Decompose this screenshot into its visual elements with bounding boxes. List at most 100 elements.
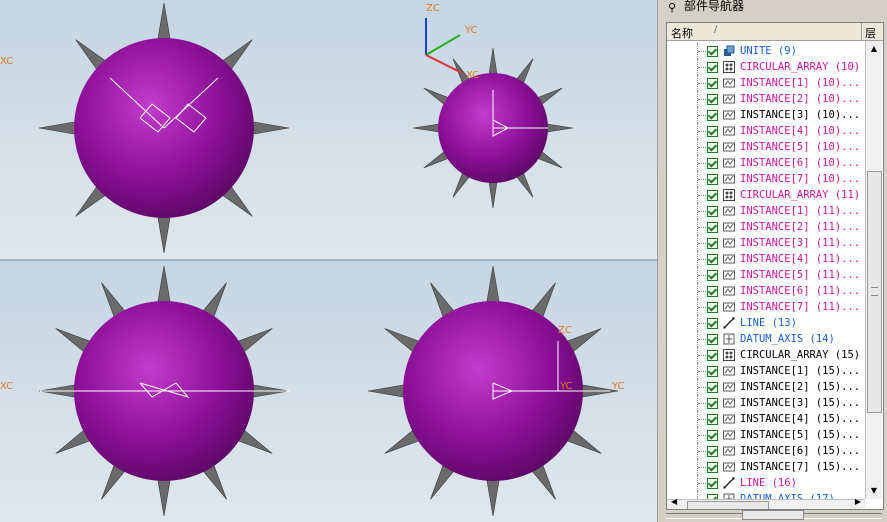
zc-label: ZC xyxy=(426,3,440,14)
tree-branch-line xyxy=(698,131,706,132)
viewport-top[interactable]: XC ZC YC XC xyxy=(0,0,657,259)
tree-node[interactable]: INSTANCE[5] (15)... xyxy=(667,427,865,443)
tree-node[interactable]: INSTANCE[6] (11)... xyxy=(667,283,865,299)
triad-y-axis xyxy=(425,34,461,56)
graphics-window[interactable]: XC ZC YC XC XC ZC YC YC xyxy=(0,0,657,522)
tree-node[interactable]: INSTANCE[5] (10)... xyxy=(667,139,865,155)
tree-branch-line xyxy=(698,211,706,212)
instance-icon xyxy=(723,237,735,249)
instance-icon xyxy=(723,125,735,137)
resize-knob[interactable] xyxy=(742,510,804,520)
visibility-checkbox[interactable] xyxy=(707,478,718,489)
instance-icon xyxy=(723,365,735,377)
column-layer-header[interactable]: 层 xyxy=(865,25,876,41)
visibility-checkbox[interactable] xyxy=(707,238,718,249)
visibility-checkbox[interactable] xyxy=(707,62,718,73)
tree-node[interactable]: INSTANCE[3] (11)... xyxy=(667,235,865,251)
vertical-scroll-thumb[interactable] xyxy=(867,171,882,413)
tree-node[interactable]: INSTANCE[5] (11)... xyxy=(667,267,865,283)
visibility-checkbox[interactable] xyxy=(707,462,718,473)
tree-node[interactable]: INSTANCE[2] (15)... xyxy=(667,379,865,395)
tree-node-label: INSTANCE[1] (11)... xyxy=(740,205,861,217)
feature-tree[interactable]: 名称 / 层 UNITE (9) CIRCULAR_ARRAY (10) INSTA… xyxy=(666,22,884,510)
tree-node-label: INSTANCE[3] (10)... xyxy=(740,109,861,121)
column-divider[interactable] xyxy=(861,23,862,40)
tree-branch-line xyxy=(698,147,706,148)
visibility-checkbox[interactable] xyxy=(707,206,718,217)
visibility-checkbox[interactable] xyxy=(707,254,718,265)
scroll-right-arrow-icon[interactable]: ▶ xyxy=(855,497,861,506)
instance-icon xyxy=(723,253,735,265)
visibility-checkbox[interactable] xyxy=(707,414,718,425)
line-icon xyxy=(723,477,735,489)
tree-node[interactable]: DATUM_AXIS (14) xyxy=(667,331,865,347)
datum-axis-icon xyxy=(723,333,735,345)
pin-icon[interactable]: ⚲ xyxy=(668,1,676,15)
tree-node[interactable]: INSTANCE[2] (11)... xyxy=(667,219,865,235)
tree-node[interactable]: INSTANCE[4] (10)... xyxy=(667,123,865,139)
tree-node-label: INSTANCE[5] (10)... xyxy=(740,141,861,153)
tree-node[interactable]: CIRCULAR_ARRAY (10) xyxy=(667,59,865,75)
visibility-checkbox[interactable] xyxy=(707,222,718,233)
visibility-checkbox[interactable] xyxy=(707,286,718,297)
tree-node[interactable]: INSTANCE[2] (10)... xyxy=(667,91,865,107)
tree-node[interactable]: INSTANCE[1] (11)... xyxy=(667,203,865,219)
tree-node[interactable]: LINE (13) xyxy=(667,315,865,331)
instance-icon xyxy=(723,205,735,217)
scroll-left-arrow-icon[interactable]: ◀ xyxy=(671,497,677,506)
triad-xc-label: XC xyxy=(466,70,480,81)
tree-node[interactable]: INSTANCE[7] (10)... xyxy=(667,171,865,187)
visibility-checkbox[interactable] xyxy=(707,94,718,105)
tree-node[interactable]: INSTANCE[6] (15)... xyxy=(667,443,865,459)
tree-node[interactable]: INSTANCE[3] (10)... xyxy=(667,107,865,123)
tree-node[interactable]: INSTANCE[1] (15)... xyxy=(667,363,865,379)
visibility-checkbox[interactable] xyxy=(707,158,718,169)
scroll-down-arrow-icon[interactable]: ▼ xyxy=(866,483,882,499)
visibility-checkbox[interactable] xyxy=(707,398,718,409)
visibility-checkbox[interactable] xyxy=(707,190,718,201)
visibility-checkbox[interactable] xyxy=(707,110,718,121)
tree-node[interactable]: CIRCULAR_ARRAY (11) xyxy=(667,187,865,203)
tree-node[interactable]: LINE (16) xyxy=(667,475,865,491)
tree-node-label: INSTANCE[1] (15)... xyxy=(740,365,861,377)
column-name-header[interactable]: 名称 xyxy=(671,25,693,41)
viewport-top-canvas[interactable] xyxy=(0,0,657,259)
visibility-checkbox[interactable] xyxy=(707,302,718,313)
visibility-checkbox[interactable] xyxy=(707,366,718,377)
tree-node[interactable]: INSTANCE[6] (10)... xyxy=(667,155,865,171)
tree-branch-line xyxy=(698,323,706,324)
instance-icon xyxy=(723,445,735,457)
visibility-checkbox[interactable] xyxy=(707,78,718,89)
visibility-checkbox[interactable] xyxy=(707,430,718,441)
tree-branch-line xyxy=(698,355,706,356)
visibility-checkbox[interactable] xyxy=(707,174,718,185)
tree-node[interactable]: CIRCULAR_ARRAY (15) xyxy=(667,347,865,363)
tree-node[interactable]: INSTANCE[7] (11)... xyxy=(667,299,865,315)
navigator-resize-bar[interactable] xyxy=(666,510,882,520)
visibility-checkbox[interactable] xyxy=(707,318,718,329)
visibility-checkbox[interactable] xyxy=(707,350,718,361)
visibility-checkbox[interactable] xyxy=(707,126,718,137)
viewport-bottom[interactable]: XC ZC YC YC xyxy=(0,261,657,522)
visibility-checkbox[interactable] xyxy=(707,382,718,393)
tree-node[interactable]: INSTANCE[4] (11)... xyxy=(667,251,865,267)
tree-node[interactable]: DATUM_AXIS (17) xyxy=(667,491,865,499)
scroll-up-arrow-icon[interactable]: ▲ xyxy=(866,41,882,57)
visibility-checkbox[interactable] xyxy=(707,46,718,57)
part-navigator: ⚲ 部件导航器 名称 / 层 UNITE (9) CIRCULAR_ARRAY (… xyxy=(662,0,887,522)
vertical-scrollbar[interactable]: ▲ ▼ xyxy=(865,41,882,499)
visibility-checkbox[interactable] xyxy=(707,142,718,153)
visibility-checkbox[interactable] xyxy=(707,334,718,345)
horizontal-scrollbar[interactable]: ◀ ▶ xyxy=(667,497,865,509)
tree-branch-line xyxy=(698,371,706,372)
visibility-checkbox[interactable] xyxy=(707,270,718,281)
tree-node[interactable]: INSTANCE[1] (10)... xyxy=(667,75,865,91)
viewport-bottom-canvas[interactable] xyxy=(0,261,657,522)
tree-node[interactable]: INSTANCE[7] (15)... xyxy=(667,459,865,475)
tree-node[interactable]: INSTANCE[3] (15)... xyxy=(667,395,865,411)
tree-node-label: INSTANCE[4] (15)... xyxy=(740,413,861,425)
tree-node[interactable]: UNITE (9) xyxy=(667,43,865,59)
tree-node[interactable]: INSTANCE[4] (15)... xyxy=(667,411,865,427)
horizontal-scroll-thumb[interactable] xyxy=(687,501,769,509)
visibility-checkbox[interactable] xyxy=(707,446,718,457)
